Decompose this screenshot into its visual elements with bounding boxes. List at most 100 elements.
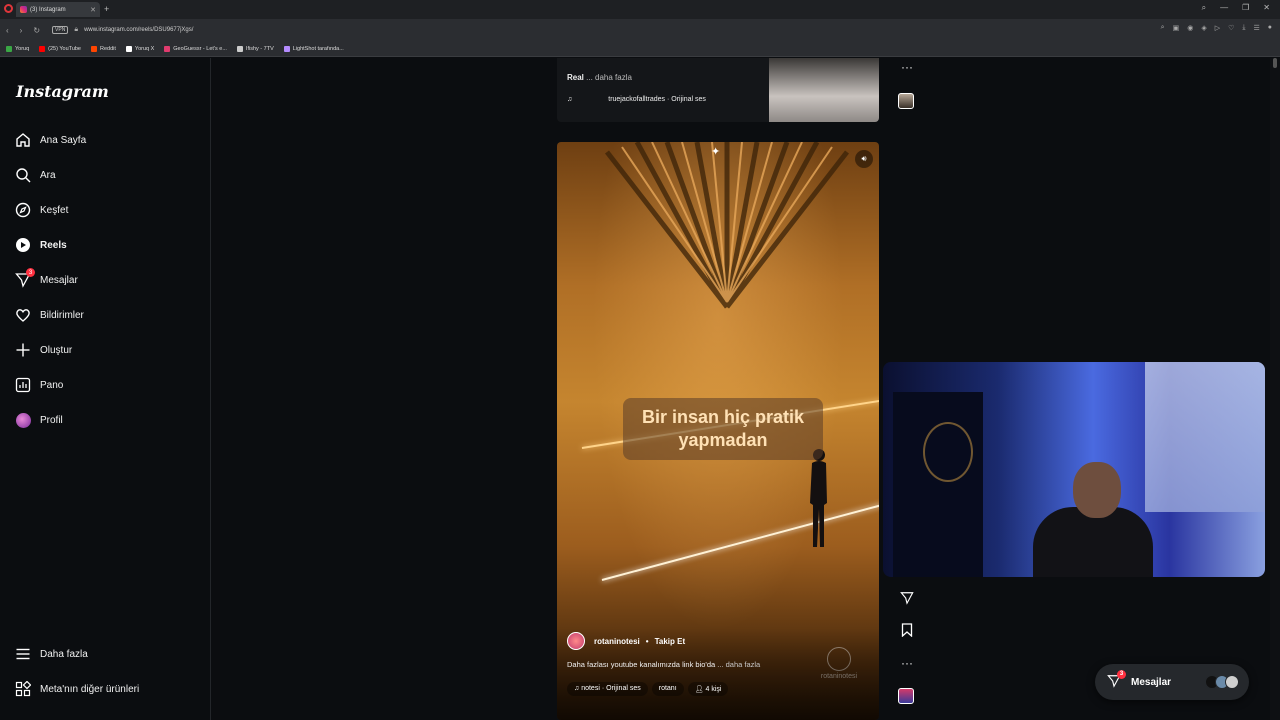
nav-explore-label: Keşfet <box>40 204 69 216</box>
nav-buttons: ‹ › ↻ <box>6 26 40 35</box>
back-icon[interactable]: ‹ <box>6 26 9 35</box>
people-chip[interactable]: 👤︎ 4 kişi <box>687 682 729 696</box>
ai-sparkle-icon[interactable]: ✦ <box>711 145 720 158</box>
snapshot-icon[interactable]: ▣ <box>1173 24 1180 32</box>
previous-audio-thumb[interactable] <box>898 93 914 109</box>
close-tab-icon[interactable]: ✕ <box>90 6 96 14</box>
shield-icon[interactable]: ◈ <box>1201 24 1206 32</box>
previous-reel[interactable]: Real ... daha fazla ♫ truejackofalltrade… <box>557 58 879 122</box>
nav-notifications-label: Bildirimler <box>40 309 84 321</box>
scrollbar-thumb[interactable] <box>1273 58 1277 68</box>
extension-icons: ⌕ ▣ ◉ ◈ ▷ ♡ ⤓ ☰ ● <box>1161 24 1272 32</box>
heart-icon <box>15 307 31 323</box>
bookmark-item[interactable]: Yoruq X <box>125 45 154 52</box>
lock-icon[interactable]: 🔒︎ <box>74 26 78 34</box>
opera-icon[interactable] <box>4 4 13 13</box>
bookmark-item[interactable]: Yoruq <box>6 45 30 52</box>
messages-pill[interactable]: 3 Mesajlar <box>1095 664 1249 700</box>
nav-search-label: Ara <box>40 169 56 181</box>
account-name[interactable]: rotaninotesi <box>594 637 640 646</box>
previous-reel-more[interactable]: ... daha fazla <box>586 73 632 82</box>
bookmark-item[interactable]: (25) YouTube <box>39 45 81 52</box>
audio-thumb[interactable] <box>898 688 914 704</box>
camera-icon[interactable]: ◉ <box>1187 24 1193 32</box>
address-bar: ‹ › ↻ VPN 🔒︎ www.instagram.com/reels/DSU… <box>0 19 1280 41</box>
music-note-icon: ♫ <box>567 96 573 103</box>
nav-explore[interactable]: Keşfet <box>15 202 68 218</box>
reel-account: rotaninotesi • Takip Et <box>567 632 685 650</box>
url-field[interactable]: www.instagram.com/reels/DSU9677jXgs/ <box>84 27 193 33</box>
vpn-badge[interactable]: VPN <box>52 26 69 34</box>
webcam-overlay <box>883 362 1265 577</box>
nav-create-label: Oluştur <box>40 344 73 356</box>
reel-chips: ♫ notesi · Orijinal ses rotanı 👤︎ 4 kişi <box>567 682 729 696</box>
new-tab-icon[interactable]: + <box>104 4 109 14</box>
previous-reel-caption: Real ... daha fazla <box>567 73 632 82</box>
close-window-icon[interactable]: ✕ <box>1263 3 1270 13</box>
bookmark-label: LightShot tarafında... <box>292 45 344 52</box>
nav-reels-label: Reels <box>40 239 67 251</box>
previous-reel-audio-label: truejackofalltrades · Orijinal ses <box>608 96 706 103</box>
bookmark-favicon-icon <box>91 45 97 52</box>
maximize-icon[interactable]: ❐ <box>1242 3 1249 13</box>
bookmark-favicon-icon <box>164 45 171 52</box>
bookmark-item[interactable]: Reddit <box>91 45 116 52</box>
nav-more[interactable]: Daha fazla <box>15 646 88 662</box>
browser-tab[interactable]: (3) Instagram ✕ <box>16 2 100 17</box>
bookmark-favicon-icon <box>236 45 243 52</box>
people-icon: 👤︎ <box>694 686 706 693</box>
previous-reel-user[interactable]: Real <box>567 73 584 82</box>
bookmark-label: Reddit <box>100 45 116 52</box>
volume-icon[interactable]: 🔊︎ <box>855 150 873 168</box>
nav-create[interactable]: Oluştur <box>15 342 72 358</box>
easy-setup-icon[interactable]: ☰ <box>1253 24 1259 32</box>
nav-messages-label: Mesajlar <box>40 274 78 286</box>
search-tabs-icon[interactable]: ⌕ <box>1202 3 1206 13</box>
nav-search[interactable]: Ara <box>15 167 56 183</box>
bookmark-label: (25) YouTube <box>48 45 81 52</box>
home-icon <box>15 132 31 148</box>
share-icon[interactable] <box>898 591 916 608</box>
bookmark-icon[interactable] <box>898 623 916 640</box>
reel-video[interactable]: Bir insan hiç pratik yapmadan ✦ 🔊︎ rotan… <box>557 142 879 720</box>
nav-profile[interactable]: Profil <box>15 412 63 428</box>
more-options-icon[interactable]: ··· <box>898 656 916 670</box>
page-scrollbar[interactable] <box>1270 58 1280 720</box>
dashboard-icon <box>15 377 31 393</box>
instagram-logo[interactable]: Instagram <box>16 82 109 101</box>
bookmark-item[interactable]: Ifishy - 7TV <box>236 45 274 52</box>
bookmark-label: Yoruq <box>15 45 30 52</box>
nav-meta-products[interactable]: Meta'nın diğer ürünleri <box>15 681 139 697</box>
reel-description-more[interactable]: ... daha fazla <box>717 660 760 669</box>
reel-description: Daha fazlası youtube kanalımızda link bi… <box>567 660 760 669</box>
download-icon[interactable]: ⤓ <box>1242 24 1245 32</box>
nav-reels[interactable]: Reels <box>15 237 67 253</box>
nav-dashboard[interactable]: Pano <box>15 377 63 393</box>
previous-reel-thumbnail <box>769 58 879 122</box>
follow-button[interactable]: Takip Et <box>655 637 686 646</box>
nav-notifications[interactable]: Bildirimler <box>15 307 84 323</box>
play-icon[interactable]: ▷ <box>1215 24 1220 32</box>
reload-icon[interactable]: ↻ <box>33 26 40 35</box>
previous-reel-audio[interactable]: ♫ truejackofalltrades · Orijinal ses <box>567 96 706 103</box>
bookmark-item[interactable]: GeoGuessr - Let's e... <box>164 45 227 52</box>
user-chip[interactable]: rotanı <box>651 682 684 696</box>
menu-icon <box>15 646 31 662</box>
minimize-icon[interactable]: — <box>1220 3 1228 13</box>
nav-messages[interactable]: 3 Mesajlar <box>15 268 78 288</box>
compass-icon <box>15 202 31 218</box>
grid-icon <box>15 681 31 697</box>
avatar <box>1225 675 1239 689</box>
audio-chip[interactable]: ♫ notesi · Orijinal ses <box>567 682 648 696</box>
forward-icon[interactable]: › <box>20 26 23 35</box>
bookmark-item[interactable]: LightShot tarafında... <box>283 45 344 52</box>
nav-home[interactable]: Ana Sayfa <box>15 132 86 148</box>
reel-meta: rotaninotesi • Takip Et Daha fazlası you… <box>557 628 879 720</box>
separator-dot: • <box>645 636 649 646</box>
zoom-icon[interactable]: ⌕ <box>1161 24 1165 32</box>
person-silhouette <box>810 449 827 547</box>
profile-icon[interactable]: ● <box>1268 24 1272 32</box>
heart-ext-icon[interactable]: ♡ <box>1228 24 1234 32</box>
previous-more-options-icon[interactable]: ··· <box>898 60 916 74</box>
account-avatar[interactable] <box>567 632 585 650</box>
